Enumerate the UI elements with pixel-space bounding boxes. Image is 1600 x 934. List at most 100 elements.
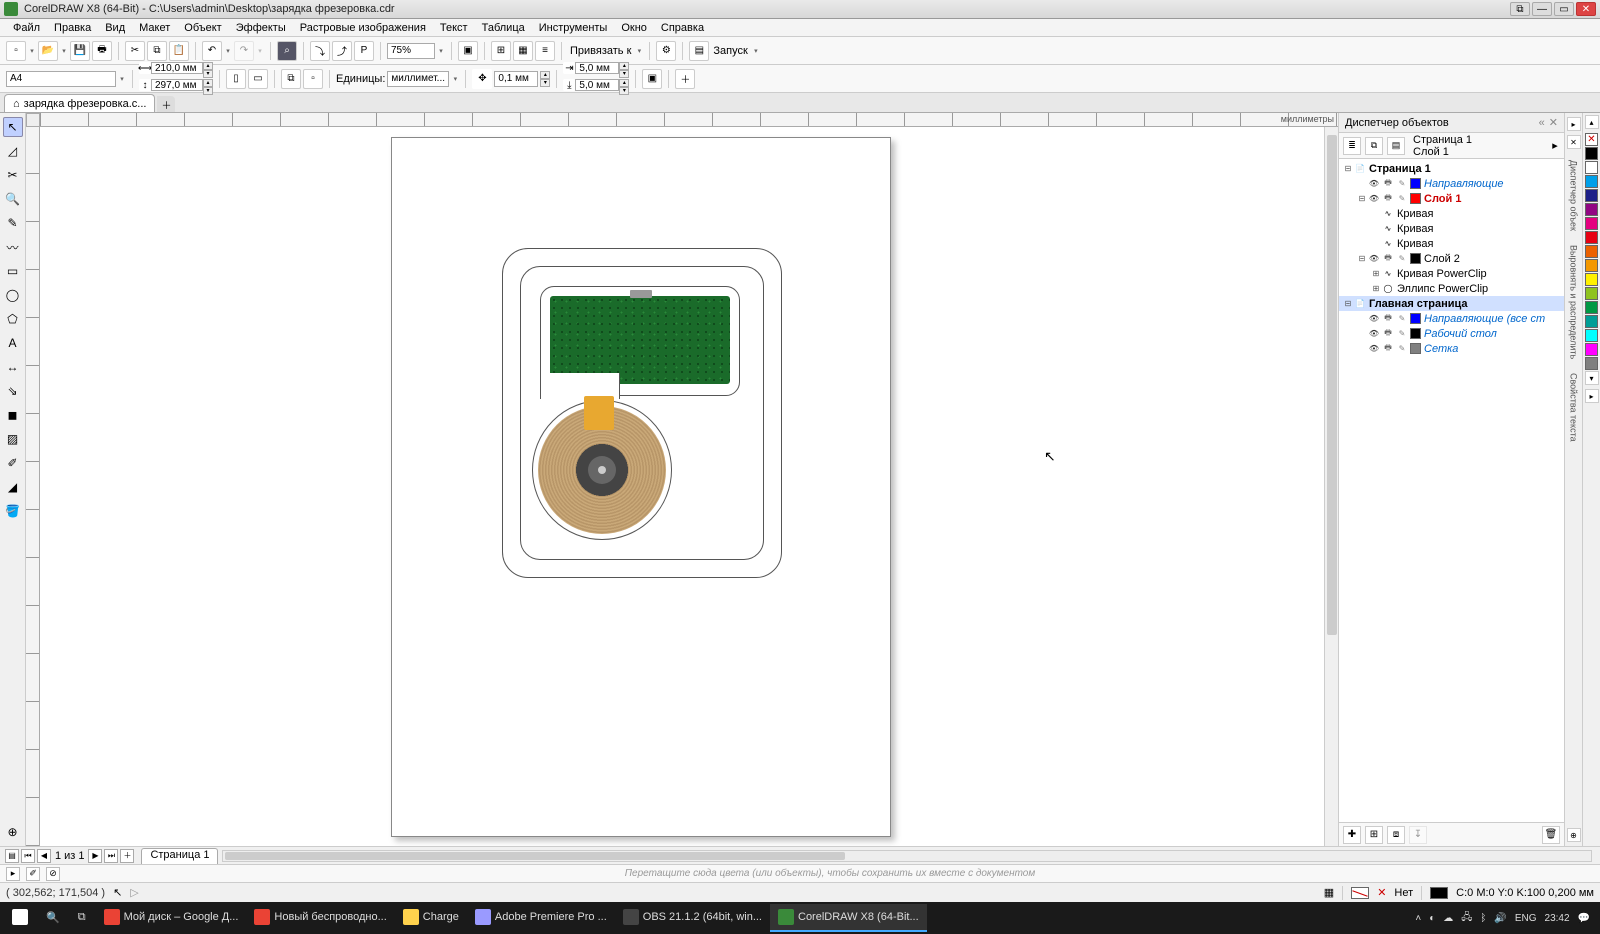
new-button[interactable]: ▫ [6,41,26,61]
doc-palette-options[interactable]: ▸ [6,867,20,881]
tree-row[interactable]: ∿Кривая [1339,206,1564,221]
visibility-icon[interactable]: 👁 [1368,313,1380,325]
editable-icon[interactable]: ✎ [1396,313,1408,325]
tray-lang[interactable]: ENG [1515,913,1537,924]
tree-row[interactable]: 👁🖶✎Направляющие (все ст [1339,311,1564,326]
outline-swatch[interactable] [1430,887,1448,899]
parallel-dim-tool[interactable]: ↔ [3,357,23,377]
layer-color-swatch[interactable] [1410,193,1421,204]
docker-close-button[interactable]: ✕ [1549,117,1558,129]
menu-вид[interactable]: Вид [98,20,132,36]
task-view-button[interactable]: ⧉ [70,904,94,932]
color-swatch[interactable] [1585,315,1598,328]
printable-icon[interactable]: 🖶 [1382,253,1394,265]
tree-row[interactable]: ⊞∿Кривая PowerClip [1339,266,1564,281]
corel-helper-button[interactable]: ⧉ [1510,2,1530,16]
next-page-button[interactable]: ▶ [88,849,102,863]
crop-tool[interactable]: ✂ [3,165,23,185]
visibility-icon[interactable]: 👁 [1368,343,1380,355]
smart-fill-tool[interactable]: 🪣 [3,501,23,521]
docker-options-button[interactable]: ▸ [1550,139,1560,152]
menu-справка[interactable]: Справка [654,20,711,36]
taskbar-item[interactable]: Мой диск – Google Д... [96,904,247,932]
printable-icon[interactable]: 🖶 [1382,343,1394,355]
fill-swatch[interactable] [1351,887,1369,899]
page-tab[interactable]: Страница 1 [141,848,218,864]
color-swatch[interactable] [1585,259,1598,272]
current-page-button[interactable]: ▫ [303,69,323,89]
docker-menu-button[interactable]: « [1539,117,1545,129]
add-page-button[interactable]: ＋ [120,849,134,863]
connector-tool[interactable]: ⇘ [3,381,23,401]
visibility-icon[interactable]: 👁 [1368,178,1380,190]
landscape-button[interactable]: ▭ [248,69,268,89]
tree-row[interactable]: 👁🖶✎Сетка [1339,341,1564,356]
all-pages-button[interactable]: ⧉ [281,69,301,89]
tray-steam-icon[interactable]: ◐ [1429,913,1435,924]
delete-button[interactable]: 🗑 [1542,826,1560,844]
color-swatch[interactable] [1585,189,1598,202]
dup-y-spinner[interactable]: ▴▾ [619,79,629,95]
tree-row[interactable]: ⊞◯Эллипс PowerClip [1339,281,1564,296]
tray-network-icon[interactable]: 🖧 [1461,910,1472,927]
taskbar-item[interactable]: Adobe Premiere Pro ... [467,904,615,932]
horizontal-scrollbar[interactable] [222,850,1592,862]
close-docker-tab-button[interactable]: ✕ [1567,135,1581,149]
layer-color-swatch[interactable] [1410,253,1421,264]
visibility-icon[interactable]: 👁 [1368,328,1380,340]
ruler-vertical[interactable] [26,127,40,846]
color-swatch[interactable] [1585,175,1598,188]
taskbar-item[interactable]: CorelDRAW X8 (64-Bit... [770,904,927,932]
page-options-button[interactable]: ▤ [5,849,19,863]
tray-notifications-icon[interactable]: 💬 [1578,913,1590,924]
palette-scroll-down[interactable]: ▾ [1585,371,1599,385]
scroll-thumb[interactable] [1327,135,1337,635]
canvas[interactable]: миллиметры ↖ [26,113,1338,846]
start-button[interactable] [4,904,36,932]
treat-as-filled-button[interactable]: ▣ [642,69,662,89]
color-swatch[interactable] [1585,357,1598,370]
freehand-tool[interactable]: ✎ [3,213,23,233]
undo-dropdown[interactable]: ▾ [224,41,232,61]
launch-dropdown[interactable]: ▾ [752,41,760,61]
docker-titlebar[interactable]: Диспетчер объектов «✕ [1339,113,1564,133]
menu-таблица[interactable]: Таблица [475,20,532,36]
menu-объект[interactable]: Объект [177,20,228,36]
editable-icon[interactable]: ✎ [1396,253,1408,265]
color-swatch[interactable] [1585,147,1598,160]
layer-color-swatch[interactable] [1410,328,1421,339]
palette-flyout[interactable]: ▸ [1585,389,1599,403]
printable-icon[interactable]: 🖶 [1382,178,1394,190]
launch-icon[interactable]: ▤ [689,41,709,61]
close-button[interactable]: ✕ [1576,2,1596,16]
collapse-dockers-button[interactable]: ▸ [1567,117,1581,131]
ruler-corner[interactable] [26,113,40,127]
editable-icon[interactable]: ✎ [1396,178,1408,190]
color-swatch[interactable] [1585,273,1598,286]
docker-tab[interactable]: Выровнять и распределить [1568,238,1580,366]
expand-icon[interactable]: ⊟ [1357,194,1367,203]
color-swatch[interactable] [1585,329,1598,342]
expand-icon[interactable]: ⊟ [1357,254,1367,263]
palette-scroll-up[interactable]: ▴ [1585,115,1599,129]
vertical-scrollbar[interactable] [1324,127,1338,846]
pcb-image[interactable] [550,296,730,384]
paste-button[interactable]: 📋 [169,41,189,61]
tree-row[interactable]: ∿Кривая [1339,236,1564,251]
new-master-layer-all-button[interactable]: ⧈ [1387,826,1405,844]
rectangle-tool[interactable]: ▭ [3,261,23,281]
show-rulers-button[interactable]: ⊞ [491,41,511,61]
page-width-input[interactable] [151,62,203,74]
doc-palette-eyedropper[interactable]: ✐ [26,867,40,881]
layer-color-swatch[interactable] [1410,313,1421,324]
nudge-spinner[interactable]: ▴▾ [540,71,550,87]
add-document-button[interactable]: ＋ [157,96,175,112]
add-docker-button[interactable]: ⊕ [1567,828,1581,842]
editable-icon[interactable]: ✎ [1396,328,1408,340]
visibility-icon[interactable]: 👁 [1368,193,1380,205]
menu-файл[interactable]: Файл [6,20,47,36]
search-content-button[interactable]: ⌕ [277,41,297,61]
menu-правка[interactable]: Правка [47,20,98,36]
expand-icon[interactable]: ⊞ [1371,284,1381,293]
show-guidelines-button[interactable]: ≡ [535,41,555,61]
